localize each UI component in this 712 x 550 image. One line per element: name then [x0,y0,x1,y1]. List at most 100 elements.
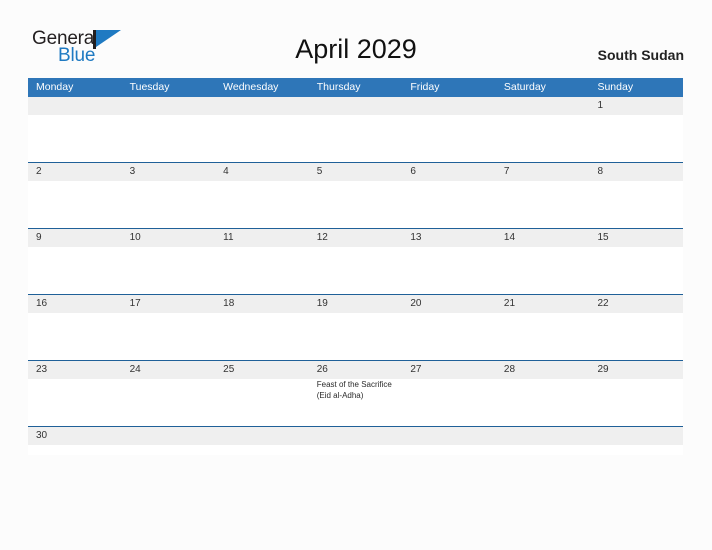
day-event[interactable] [122,313,216,360]
day-event[interactable] [589,115,683,162]
day-number[interactable]: 10 [122,229,216,247]
day-number[interactable]: 1 [589,97,683,115]
day-number[interactable]: 3 [122,163,216,181]
day-number[interactable]: 7 [496,163,590,181]
day-event[interactable] [215,445,309,455]
day-event[interactable] [496,181,590,228]
day-event[interactable] [28,379,122,426]
day-event[interactable] [215,313,309,360]
day-number[interactable]: 5 [309,163,403,181]
day-event[interactable] [496,115,590,162]
day-number[interactable]: 24 [122,361,216,379]
day-event[interactable] [215,115,309,162]
day-event[interactable] [215,247,309,294]
day-event[interactable] [402,445,496,455]
week-event-strip [28,247,683,294]
day-number[interactable]: 22 [589,295,683,313]
day-number[interactable]: 18 [215,295,309,313]
day-number[interactable] [589,427,683,445]
day-number[interactable] [28,97,122,115]
calendar-week-row: 9 10 11 12 13 14 15 [28,228,683,294]
day-event[interactable] [28,181,122,228]
day-number[interactable] [309,427,403,445]
day-event[interactable] [309,247,403,294]
day-event[interactable] [28,445,122,455]
day-number[interactable]: 13 [402,229,496,247]
day-number[interactable]: 11 [215,229,309,247]
day-event[interactable] [309,115,403,162]
day-event[interactable] [402,181,496,228]
day-event[interactable] [28,115,122,162]
day-number[interactable] [496,97,590,115]
day-number[interactable]: 16 [28,295,122,313]
day-number[interactable]: 6 [402,163,496,181]
day-number[interactable]: 2 [28,163,122,181]
day-event[interactable] [496,445,590,455]
day-event[interactable] [122,181,216,228]
day-event[interactable] [309,445,403,455]
day-number[interactable]: 15 [589,229,683,247]
day-number[interactable]: 25 [215,361,309,379]
day-number[interactable]: 21 [496,295,590,313]
day-event[interactable] [309,313,403,360]
day-event[interactable] [589,445,683,455]
weekday-header-tuesday: Tuesday [129,81,170,93]
day-number[interactable]: 9 [28,229,122,247]
day-number[interactable]: 8 [589,163,683,181]
day-number[interactable] [122,97,216,115]
day-number[interactable]: 26 [309,361,403,379]
day-event[interactable] [122,445,216,455]
day-event[interactable] [28,247,122,294]
week-event-strip [28,445,683,455]
week-event-strip [28,313,683,360]
day-number[interactable]: 23 [28,361,122,379]
day-number[interactable] [402,427,496,445]
day-event[interactable] [28,313,122,360]
calendar-week-row: 30 [28,426,683,455]
weekday-header-sunday: Sunday [597,81,634,93]
day-event[interactable] [589,313,683,360]
day-event[interactable] [496,247,590,294]
day-event[interactable] [309,181,403,228]
day-number[interactable] [122,427,216,445]
day-event[interactable] [402,379,496,426]
week-event-strip [28,115,683,162]
day-number[interactable]: 17 [122,295,216,313]
day-number[interactable]: 30 [28,427,122,445]
week-day-number-strip: 9 10 11 12 13 14 15 [28,229,683,247]
day-number[interactable] [309,97,403,115]
weekday-header-thursday: Thursday [316,81,361,93]
day-event[interactable] [402,115,496,162]
day-event[interactable] [215,379,309,426]
day-number[interactable]: 4 [215,163,309,181]
day-number[interactable]: 12 [309,229,403,247]
country-label: South Sudan [597,47,684,63]
day-event-holiday[interactable]: Feast of the Sacrifice (Eid al-Adha) [309,379,403,426]
day-event[interactable] [496,379,590,426]
weekday-header-monday: Monday [36,81,74,93]
day-event[interactable] [215,181,309,228]
day-number[interactable]: 19 [309,295,403,313]
day-event[interactable] [402,247,496,294]
day-number[interactable] [215,427,309,445]
day-event[interactable] [496,313,590,360]
day-event[interactable] [589,379,683,426]
day-event[interactable] [402,313,496,360]
day-number[interactable] [215,97,309,115]
page-header: General Blue April 2029 South Sudan [0,0,712,76]
day-event[interactable] [589,247,683,294]
day-number[interactable]: 28 [496,361,590,379]
day-number[interactable]: 14 [496,229,590,247]
day-event[interactable] [589,181,683,228]
day-event[interactable] [122,247,216,294]
day-number[interactable]: 29 [589,361,683,379]
weekday-header-friday: Friday [410,81,440,93]
day-number[interactable]: 27 [402,361,496,379]
day-event[interactable] [122,379,216,426]
day-number[interactable] [496,427,590,445]
week-event-strip: Feast of the Sacrifice (Eid al-Adha) [28,379,683,426]
day-event[interactable] [122,115,216,162]
day-number[interactable] [402,97,496,115]
day-number[interactable]: 20 [402,295,496,313]
calendar-week-row: 23 24 25 26 27 28 29 Feast of the Sacrif… [28,360,683,426]
